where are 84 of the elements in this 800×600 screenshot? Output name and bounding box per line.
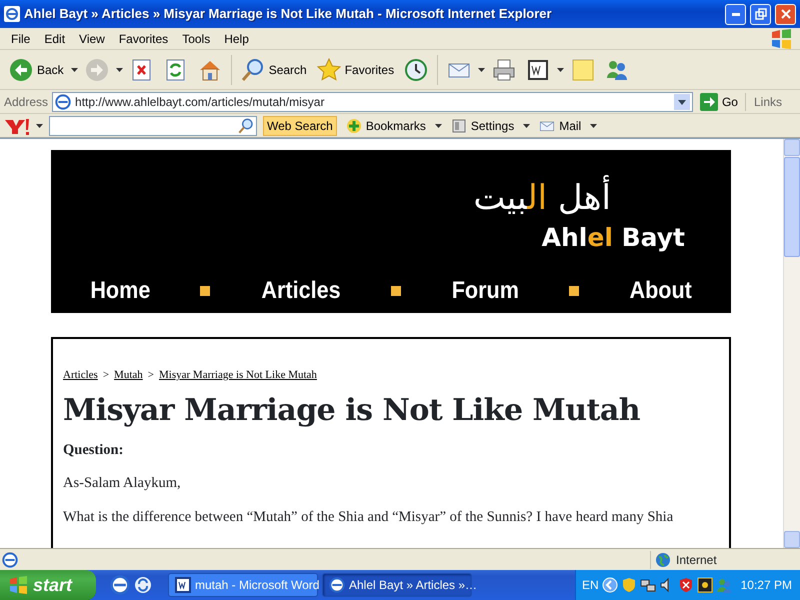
breadcrumb-link[interactable]: Articles [63,367,98,384]
breadcrumb-separator: > [102,368,110,383]
minimize-icon [732,12,740,16]
search-icon [240,58,265,82]
browser-e-icon [4,6,20,22]
arrow-right-icon [84,58,109,82]
question-label: Question: [63,442,124,460]
windows-flag-icon [770,28,792,50]
arrow-left-icon [9,58,33,82]
minimize-button[interactable] [725,4,746,24]
globe-icon [655,552,671,568]
menu-item[interactable]: Help [217,30,256,48]
browser-e-icon[interactable] [110,575,130,595]
search-field[interactable] [49,116,257,136]
nav-bullet-icon [569,286,580,296]
menu-item[interactable]: Favorites [112,30,176,48]
menu-item[interactable]: File [4,30,38,48]
search-icon [238,118,254,134]
browser-e-icon [55,94,72,110]
dropdown-caret-icon[interactable] [523,124,530,128]
menu-item[interactable]: Tools [175,30,218,48]
windows-flag-icon [8,575,28,595]
nav-link[interactable]: Home [90,273,150,309]
sticky-note-icon [571,58,596,82]
arabic-logo-text: أهل البيت [473,172,611,224]
breadcrumb-link[interactable]: Misyar Marriage is Not Like Mutah [159,367,317,384]
chevron-left-icon[interactable] [602,577,618,593]
menu-item[interactable]: Edit [37,30,72,48]
dropdown-caret-icon[interactable] [478,68,486,72]
star-icon [316,58,341,82]
shield-icon[interactable] [678,577,694,593]
address-label: Address [4,94,48,110]
nav-link[interactable]: Forum [452,273,519,309]
nav-bullet-icon [200,286,210,296]
dropdown-caret-icon[interactable] [434,124,442,128]
back-button[interactable]: Back [6,56,67,84]
toolbar-menu-button[interactable]: Bookmarks [342,114,429,136]
scrollbar[interactable] [783,139,800,548]
paragraph: What is the difference between “Mutah” of the Shia and “Misyar” of the Sunnis? I have heard many Shia [63,508,674,526]
toolbar-menu-button[interactable]: Settings [448,114,518,136]
toolbar-menu-button[interactable]: Mail [536,114,584,136]
window-title: Ahlel Bayt » Articles » Misyar Marriage is Not Like Mutah - Microsoft Internet Explorer [24,5,553,24]
yahoo-logo-icon[interactable] [4,116,30,134]
menu-item[interactable]: View [72,30,112,48]
go-button[interactable]: Go [696,90,741,112]
dropdown-caret-icon[interactable] [36,124,43,128]
taskbar-button[interactable]: mutah - Microsoft Word [168,573,318,597]
document-icon [526,58,550,82]
refresh-icon[interactable] [134,576,152,594]
plus-icon [346,118,362,134]
arrow-right-icon [700,92,718,110]
breadcrumb-link[interactable]: Mutah [114,367,143,384]
network-icon[interactable] [640,577,656,593]
nav-bullet-icon [391,286,402,296]
close-icon [780,8,792,20]
favorites-button[interactable]: Favorites [314,56,398,84]
clock: 10:27 PM [740,577,792,594]
search-button[interactable]: Search [238,56,310,84]
article-heading: Misyar Marriage is Not Like Mutah [63,394,642,428]
dropdown-caret-icon[interactable] [674,94,690,110]
breadcrumb-separator: > [148,368,154,383]
security-zone-label: Internet [676,552,717,568]
dropdown-caret-icon[interactable] [70,68,78,72]
printer-icon [492,58,516,82]
paragraph: As-Salam Alaykum, [63,475,182,493]
links-button[interactable]: Links [744,92,796,110]
language-indicator[interactable]: EN [582,576,599,594]
wireless-icon[interactable] [696,577,713,593]
web-search-button[interactable]: Web Search [263,116,337,136]
restore-button[interactable] [750,4,771,24]
dropdown-caret-icon[interactable] [557,68,564,72]
dropdown-caret-icon[interactable] [116,68,123,72]
browser-e-icon [329,577,345,593]
address-field[interactable]: http://www.ahlelbayt.com/articles/mutah/misyar [52,92,693,112]
document-icon [175,577,191,593]
nav-link[interactable]: About [629,273,692,309]
browser-e-icon [2,552,18,568]
settings-icon [450,118,467,134]
clock-icon [404,58,428,82]
close-button[interactable] [775,4,796,24]
restore-icon [754,8,766,20]
nav-link[interactable]: Articles [261,273,340,309]
site-logo-text: Ahlel Bayt [542,224,685,251]
dropdown-caret-icon[interactable] [590,124,598,128]
